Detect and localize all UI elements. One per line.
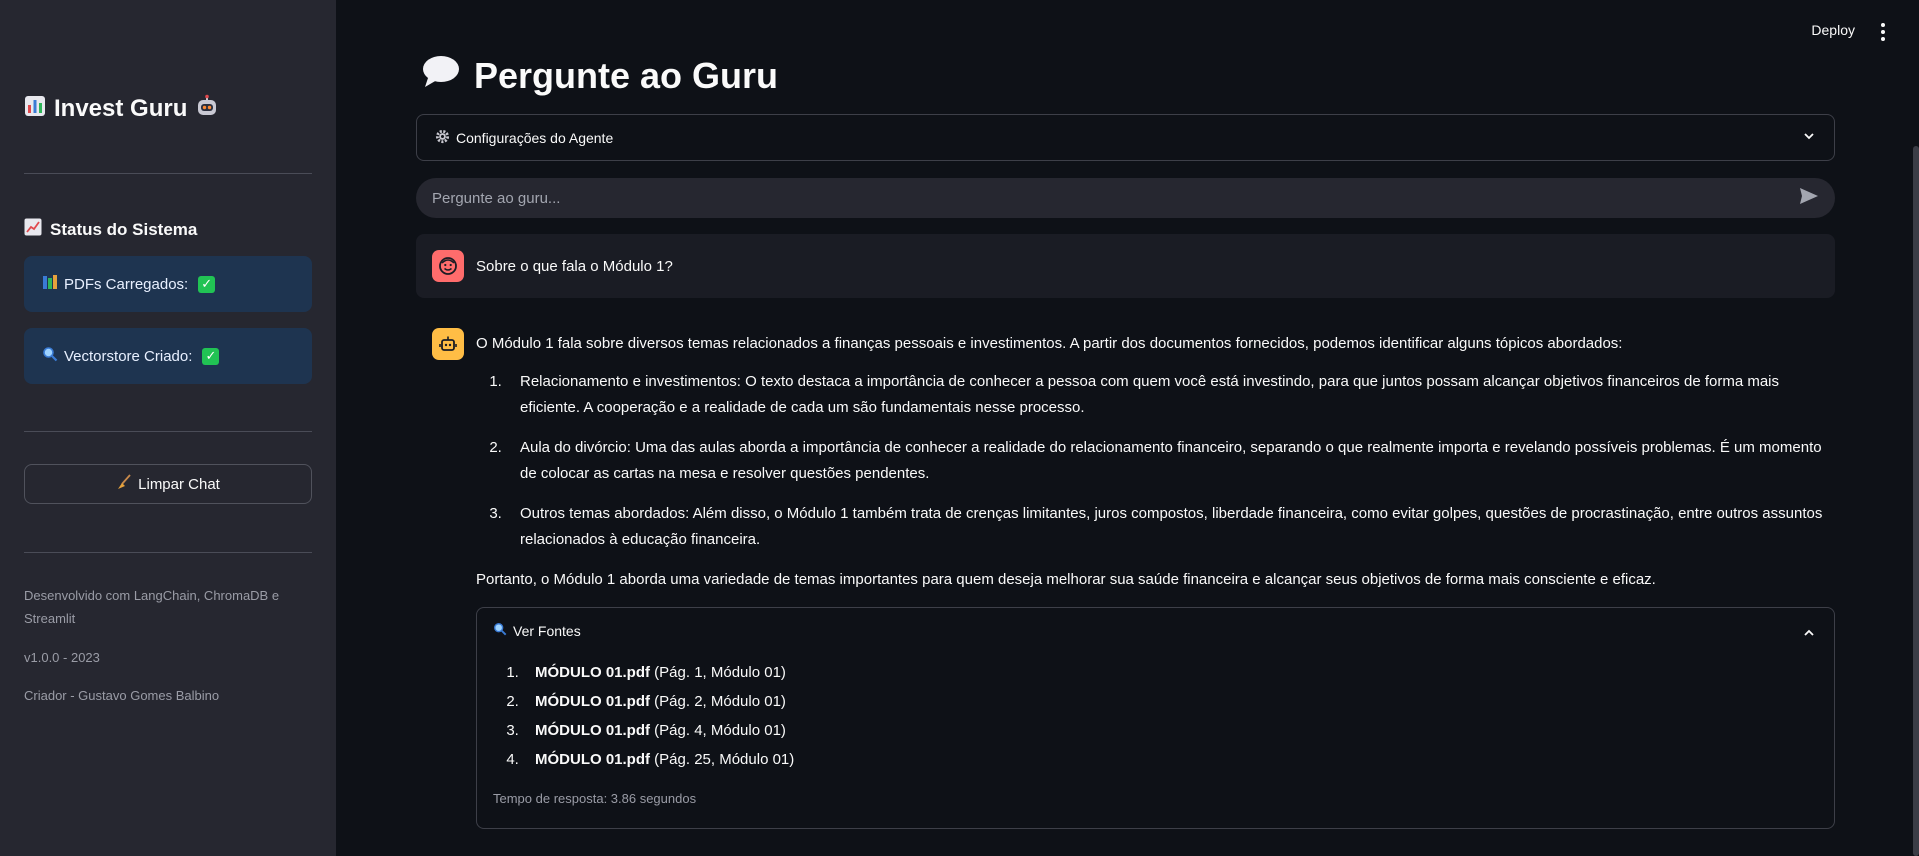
- status-vectorstore-created: Vectorstore Criado: ✓: [24, 328, 312, 384]
- sources-expander: Ver Fontes MÓDULO 01.pdf (Pág. 1, Módulo…: [476, 607, 1835, 829]
- sidebar-divider: [24, 431, 312, 432]
- source-item: MÓDULO 01.pdf (Pág. 4, Módulo 01): [523, 716, 1818, 745]
- clear-chat-button[interactable]: Limpar Chat: [24, 464, 312, 504]
- source-detail: (Pág. 25, Módulo 01): [654, 751, 795, 768]
- deploy-button[interactable]: Deploy: [1811, 22, 1855, 38]
- page-title-text: Pergunte ao Guru: [474, 54, 779, 96]
- broom-icon: [116, 474, 132, 494]
- source-detail: (Pág. 2, Módulo 01): [654, 693, 786, 710]
- user-message-text: Sobre o que fala o Módulo 1?: [476, 257, 673, 275]
- assistant-points-list: Relacionamento e investimentos: O texto …: [504, 369, 1835, 553]
- send-icon[interactable]: [1799, 187, 1819, 210]
- gear-icon: [435, 129, 450, 147]
- bar-chart-icon: [24, 95, 46, 123]
- assistant-intro: O Módulo 1 fala sobre diversos temas rel…: [476, 335, 1623, 352]
- chevron-down-icon: [1802, 129, 1816, 146]
- check-icon: ✓: [202, 347, 220, 365]
- chat-input[interactable]: [432, 189, 1799, 207]
- source-file: MÓDULO 01.pdf: [535, 693, 650, 710]
- sidebar-divider: [24, 552, 312, 553]
- source-detail: (Pág. 4, Módulo 01): [654, 722, 786, 739]
- agent-config-label: Configurações do Agente: [456, 129, 614, 146]
- assistant-conclusion: Portanto, o Módulo 1 aborda uma variedad…: [476, 571, 1656, 588]
- sources-list: MÓDULO 01.pdf (Pág. 1, Módulo 01) MÓDULO…: [523, 658, 1818, 774]
- status-title-text: Status do Sistema: [50, 219, 198, 239]
- source-file: MÓDULO 01.pdf: [535, 751, 650, 768]
- clear-chat-label: Limpar Chat: [138, 475, 220, 493]
- sources-title: Ver Fontes: [513, 623, 581, 639]
- user-avatar-icon: [432, 250, 464, 282]
- chat-message-assistant: O Módulo 1 fala sobre diversos temas rel…: [432, 328, 1835, 829]
- app-root: Invest Guru Status do Sistema PDFs Carre…: [0, 0, 1919, 856]
- status-pdfs-label: PDFs Carregados:: [64, 275, 189, 293]
- footer-version: v1.0.0 - 2023: [24, 650, 100, 665]
- chat-message-user: Sobre o que fala o Módulo 1?: [416, 234, 1835, 298]
- footer-creator: Criador - Gustavo Gomes Balbino: [24, 688, 220, 703]
- bot-avatar-icon: [432, 328, 464, 360]
- list-item: Aula do divórcio: Uma das aulas aborda a…: [506, 435, 1835, 487]
- list-item: Outros temas abordados: Além disso, o Mó…: [506, 501, 1835, 553]
- list-item: Relacionamento e investimentos: O texto …: [506, 369, 1835, 421]
- check-icon: ✓: [198, 275, 216, 293]
- response-time: Tempo de resposta: 3.86 segundos: [493, 791, 697, 806]
- robot-icon: [195, 94, 219, 124]
- main-area: Deploy Pergunte ao Guru Configurações do…: [336, 0, 1919, 856]
- page-title: Pergunte ao Guru: [422, 54, 778, 97]
- status-vectorstore-label: Vectorstore Criado:: [64, 347, 193, 365]
- source-item: MÓDULO 01.pdf (Pág. 1, Módulo 01): [523, 658, 1818, 687]
- books-icon: [42, 274, 58, 294]
- footer-developed-with: Desenvolvido com LangChain, ChromaDB e S…: [24, 588, 280, 626]
- sources-expander-header[interactable]: Ver Fontes: [493, 608, 1818, 654]
- assistant-message-body: O Módulo 1 fala sobre diversos temas rel…: [476, 328, 1835, 829]
- agent-config-expander[interactable]: Configurações do Agente: [416, 114, 1835, 161]
- status-pdfs-loaded: PDFs Carregados: ✓: [24, 256, 312, 312]
- source-item: MÓDULO 01.pdf (Pág. 2, Módulo 01): [523, 687, 1818, 716]
- magnifier-icon: [42, 346, 58, 366]
- brand-title: Invest Guru: [54, 95, 188, 122]
- more-menu-icon[interactable]: [1877, 20, 1889, 44]
- sidebar-brand: Invest Guru: [24, 94, 219, 124]
- sidebar: Invest Guru Status do Sistema PDFs Carre…: [0, 0, 336, 856]
- source-file: MÓDULO 01.pdf: [535, 664, 650, 681]
- speech-bubble-icon: [422, 54, 460, 97]
- source-detail: (Pág. 1, Módulo 01): [654, 664, 786, 681]
- sidebar-divider: [24, 173, 312, 174]
- chat-input-bar: [416, 178, 1835, 218]
- chart-increasing-icon: [24, 218, 42, 241]
- source-file: MÓDULO 01.pdf: [535, 722, 650, 739]
- status-title: Status do Sistema: [24, 218, 197, 241]
- chevron-up-icon: [1802, 622, 1816, 648]
- scrollbar[interactable]: [1913, 146, 1919, 856]
- source-item: MÓDULO 01.pdf (Pág. 25, Módulo 01): [523, 745, 1818, 774]
- magnifier-icon: [493, 618, 507, 644]
